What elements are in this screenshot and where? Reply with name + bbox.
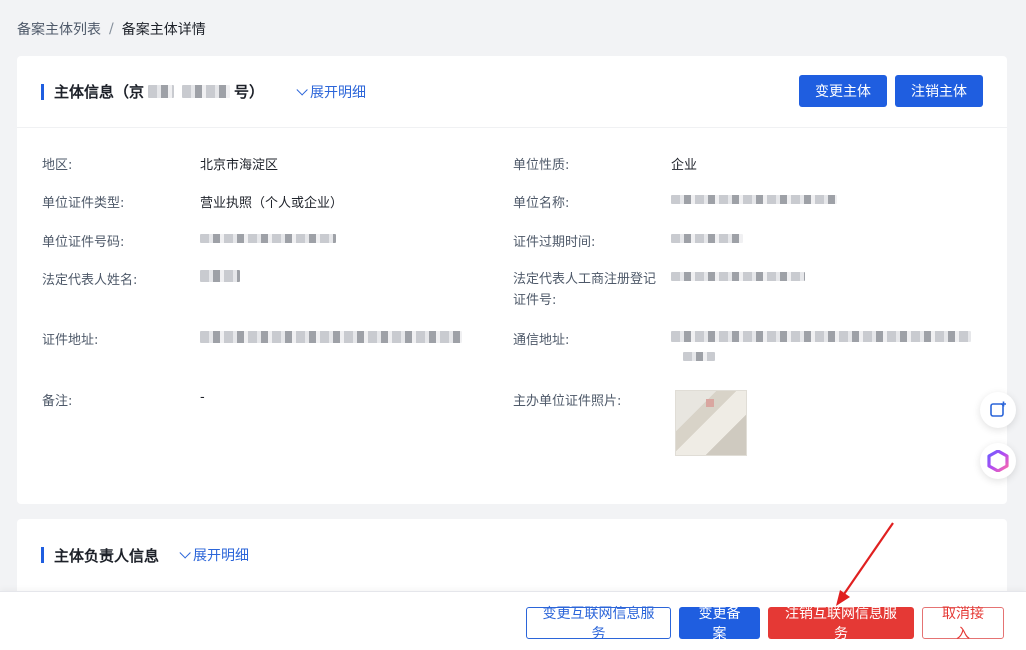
cancel-entity-button[interactable]: 注销主体 [895,75,983,107]
unit-nature-label: 单位性质: [513,158,570,173]
legal-reg-label-line1: 法定代表人工商注册登记 [513,272,657,287]
cancel-access-button[interactable]: 取消接入 [922,606,1004,642]
redacted-expire-date [671,234,743,243]
remark-label: 备注: [42,394,73,409]
expire-label: 证件过期时间: [513,235,596,250]
feedback-float-button[interactable] [980,392,1016,428]
cancel-internet-service-button[interactable]: 注销互联网信息服务 [768,606,914,642]
expand-label: 展开明细 [193,548,250,564]
entity-info-header: 主体信息（京 号） 展开明细 变更主体 注销主体 [17,56,1007,128]
redacted-legal-reg-no [671,272,805,281]
legal-name-label: 法定代表人姓名: [42,273,138,288]
entity-owner-title: 主体负责人信息 [54,546,160,565]
redacted-cert-no [200,234,336,243]
unit-nature-value: 企业 [671,158,698,173]
change-record-button[interactable]: 变更备案 [679,606,760,642]
legal-reg-label: 法定代表人工商注册登记 证件号: [513,269,656,311]
redacted-text [148,85,175,98]
entity-info-title-suffix: 号） [234,83,265,101]
region-label: 地区: [42,158,73,173]
expand-label: 展开明细 [310,84,367,101]
breadcrumb-separator: / [109,21,114,37]
cert-type-label: 单位证件类型: [42,196,125,211]
entity-expand-toggle[interactable]: 展开明细 [296,82,366,102]
title-accent-bar [41,547,44,563]
unit-cert-photo-label: 主办单位证件照片: [513,394,622,409]
redacted-contact-address [671,331,971,342]
edit-note-icon [990,401,1006,417]
redacted-cert-address [200,331,462,343]
action-footer: 变更互联网信息服务 变更备案 注销互联网信息服务 取消接入 [0,591,1026,650]
breadcrumb-current: 备案主体详情 [121,22,206,38]
owner-expand-toggle[interactable]: 展开明细 [179,545,249,565]
entity-info-title-prefix: 主体信息（京 [54,83,145,101]
cert-type-value: 营业执照（个人或企业） [200,196,344,211]
region-value: 北京市海淀区 [200,158,279,173]
assistant-float-button[interactable] [980,443,1016,479]
legal-reg-label-line2: 证件号: [513,293,557,308]
redacted-unit-name [671,195,837,204]
unit-name-label: 单位名称: [513,196,570,211]
change-entity-button[interactable]: 变更主体 [799,75,887,107]
redacted-legal-name [200,270,240,282]
entity-info-card: 主体信息（京 号） 展开明细 变更主体 注销主体 地区: 北京市海淀区 单位性质… [17,56,1007,504]
remark-value: - [200,390,205,405]
redacted-text [182,85,231,98]
entity-info-title: 主体信息（京 号） [54,81,264,102]
entity-owner-header: 主体负责人信息 展开明细 [17,519,1007,591]
contact-address-label: 通信地址: [513,333,570,348]
redacted-contact-address [683,352,715,361]
chevron-down-icon [179,547,191,559]
cert-no-label: 单位证件号码: [42,235,125,250]
title-accent-bar [41,83,44,100]
cert-address-label: 证件地址: [42,333,99,348]
chevron-down-icon [296,83,308,96]
change-internet-service-button[interactable]: 变更互联网信息服务 [526,606,671,642]
unit-cert-photo-thumbnail[interactable] [675,390,747,456]
breadcrumb-parent-link[interactable]: 备案主体列表 [17,19,101,39]
hexagon-logo-icon [987,450,1009,472]
breadcrumb: 备案主体列表 / 备案主体详情 [17,19,206,39]
